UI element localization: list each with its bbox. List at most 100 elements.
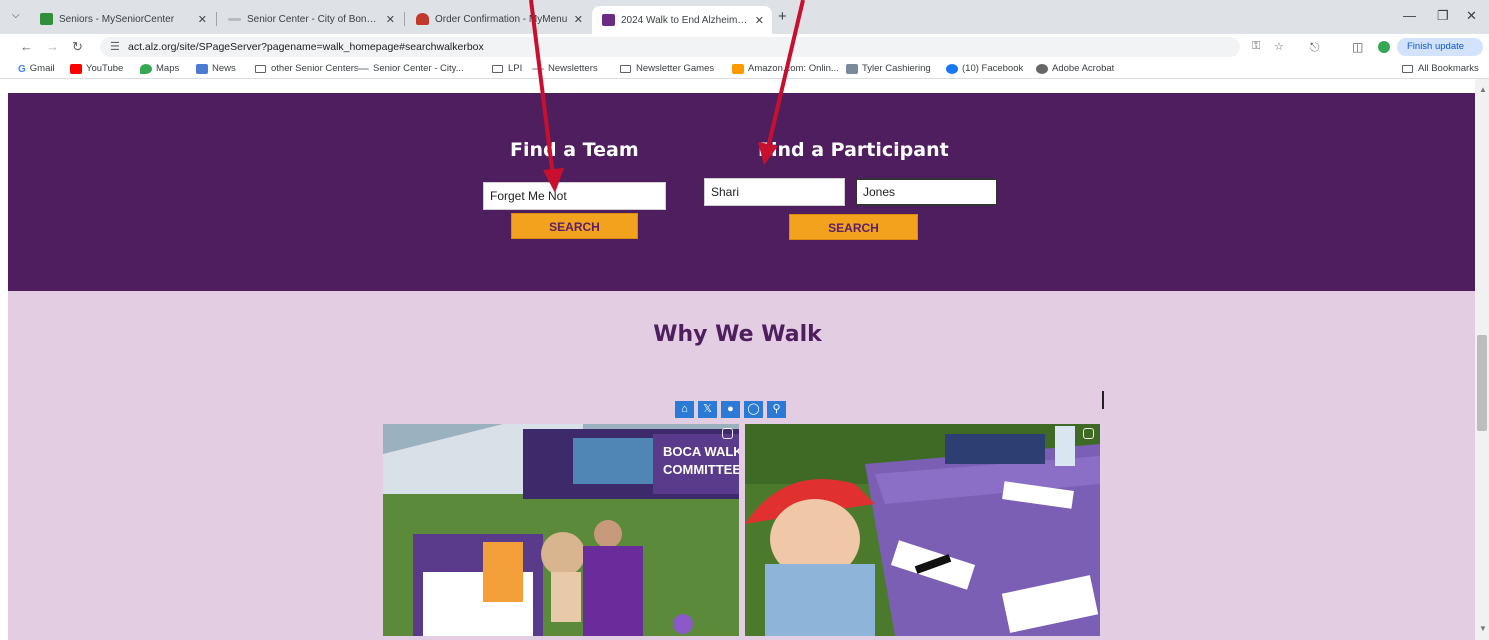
url-text[interactable]: act.alz.org/site/SPageServer?pagename=wa… [128,41,484,53]
amazon-icon [732,63,744,74]
bookmark-star-icon[interactable]: ☆ [1274,40,1284,53]
extensions-icon[interactable]: ⎋ [1310,40,1320,55]
tab-separator [216,12,217,26]
bookmark-facebook[interactable]: (10) Facebook [946,63,1023,74]
search-icon[interactable]: ⚲ [767,401,786,418]
bookmark-label: YouTube [86,63,124,74]
tab-title: Order Confirmation - MyMenu [435,13,568,25]
bookmark-label: Amazon.com: Onlin... [748,63,839,74]
bookmark-news[interactable]: News [196,63,236,74]
close-icon[interactable]: ✕ [755,14,764,27]
forward-icon[interactable]: → [46,39,59,54]
side-panel-icon[interactable]: ◫ [1352,40,1363,54]
bookmark-label: Newsletters [548,63,598,74]
instagram-icon [1083,428,1094,439]
tab-seniors[interactable]: Seniors - MySeniorCenter ✕ [30,6,215,32]
instagram-icon [722,428,733,439]
bookmark-label: Tyler Cashiering [862,63,931,74]
bookmarks-bar: G Gmail YouTube Maps News other Senior Ce… [0,60,1489,79]
close-window-icon[interactable]: ✕ [1466,8,1477,24]
find-participant-heading: Find a Participant [758,139,949,161]
back-icon[interactable]: ← [20,39,33,54]
omnibox[interactable]: ☰ act.alz.org/site/SPageServer?pagename=… [100,37,1284,57]
scrollbar-thumb[interactable] [1477,335,1487,431]
maps-icon [140,63,152,74]
close-icon[interactable]: ✕ [574,13,583,26]
tab-separator [404,12,405,26]
bookmark-tyler-cashiering[interactable]: Tyler Cashiering [846,63,931,74]
web-page: Find a Team SEARCH Find a Participant SE… [0,79,1489,640]
close-icon[interactable]: ✕ [386,13,395,26]
order-favicon-icon [416,13,429,25]
bookmark-label: All Bookmarks [1418,63,1479,74]
password-key-icon[interactable]: ⚿ [1252,40,1260,53]
bookmark-label: Gmail [29,63,55,74]
last-name-input[interactable] [855,178,998,206]
folder-icon [1402,64,1413,73]
instagram-photo-committee[interactable]: BOCA WALK COMMITTEE [383,424,739,636]
bookmark-adobe-acrobat[interactable]: Adobe Acrobat [1036,63,1114,74]
tab-senior-center[interactable]: Senior Center - City of Bonney ✕ [218,6,403,32]
home-icon[interactable]: ⌂ [675,401,694,418]
bookmark-label: (10) Facebook [962,63,1024,74]
tyler-icon [846,63,858,74]
text-cursor [1102,391,1104,409]
alz-favicon-icon [602,14,615,26]
tab-title: 2024 Walk to End Alzheimer's [621,14,751,26]
site-info-icon[interactable]: ☰ [110,40,120,53]
first-name-input[interactable] [704,178,845,206]
bookmark-newsletters[interactable]: Newsletters [532,63,598,74]
close-icon[interactable]: ✕ [198,13,207,26]
x-icon[interactable]: 𝕏 [698,401,717,418]
tab-search-chevron-icon[interactable]: ⌵ [12,10,20,21]
news-icon [196,63,208,74]
profile-avatar[interactable] [1378,41,1390,53]
tab-title: Senior Center - City of Bonney [247,13,382,25]
mysenior-favicon-icon [40,13,53,25]
tab-bar: ⌵ Seniors - MySeniorCenter ✕ Senior Cent… [0,0,1489,34]
instagram-photo-child[interactable] [745,424,1100,636]
bookmark-label: other Senior Centers [271,63,359,74]
site-icon [532,67,544,70]
bookmark-label: News [212,63,236,74]
bookmark-youtube[interactable]: YouTube [70,63,123,74]
committee-photo-image: BOCA WALK COMMITTEE [383,424,739,636]
finish-update-button[interactable]: Finish update [1397,38,1483,56]
scroll-up-icon[interactable]: ▲ [1479,85,1487,94]
acrobat-icon [1036,63,1048,74]
new-tab-icon[interactable]: + [778,8,787,25]
bookmark-newsletter-games[interactable]: Newsletter Games [620,63,714,74]
youtube-icon [70,63,82,74]
bookmark-label: Senior Center - City... [373,63,464,74]
instagram-icon[interactable]: ◯ [744,401,763,418]
user-icon[interactable]: ● [721,401,740,418]
child-photo-image [745,424,1100,636]
folder-icon [492,64,503,73]
bookmark-senior-center[interactable]: Senior Center - City... [357,63,464,74]
facebook-icon [946,63,958,74]
bookmark-lpi[interactable]: LPI [492,63,522,74]
bookmark-maps[interactable]: Maps [140,63,179,74]
folder-icon [620,64,631,73]
tab-order-confirmation[interactable]: Order Confirmation - MyMenu ✕ [406,6,591,32]
reload-icon[interactable]: ↻ [72,39,83,55]
bookmark-other-senior-centers[interactable]: other Senior Centers [255,63,359,74]
why-we-walk-heading: Why We Walk [653,322,822,347]
folder-icon [255,64,266,73]
minimize-icon[interactable]: — [1403,8,1416,23]
team-search-button[interactable]: SEARCH [511,213,638,239]
google-icon: G [18,63,26,75]
restore-icon[interactable]: ❐ [1437,8,1449,24]
site-favicon-icon [228,17,241,21]
svg-text:COMMITTEE: COMMITTEE [663,462,739,477]
tab-walk-alzheimers[interactable]: 2024 Walk to End Alzheimer's ✕ [592,6,772,34]
bookmark-amazon[interactable]: Amazon.com: Onlin... [732,63,839,74]
all-bookmarks[interactable]: All Bookmarks [1402,63,1479,74]
bookmark-label: LPI [508,63,523,74]
site-icon [357,67,369,70]
bookmark-gmail[interactable]: G Gmail [18,63,55,75]
bookmark-label: Adobe Acrobat [1052,63,1115,74]
team-name-input[interactable] [483,182,666,210]
participant-search-button[interactable]: SEARCH [789,214,918,240]
scroll-down-icon[interactable]: ▼ [1479,624,1487,633]
